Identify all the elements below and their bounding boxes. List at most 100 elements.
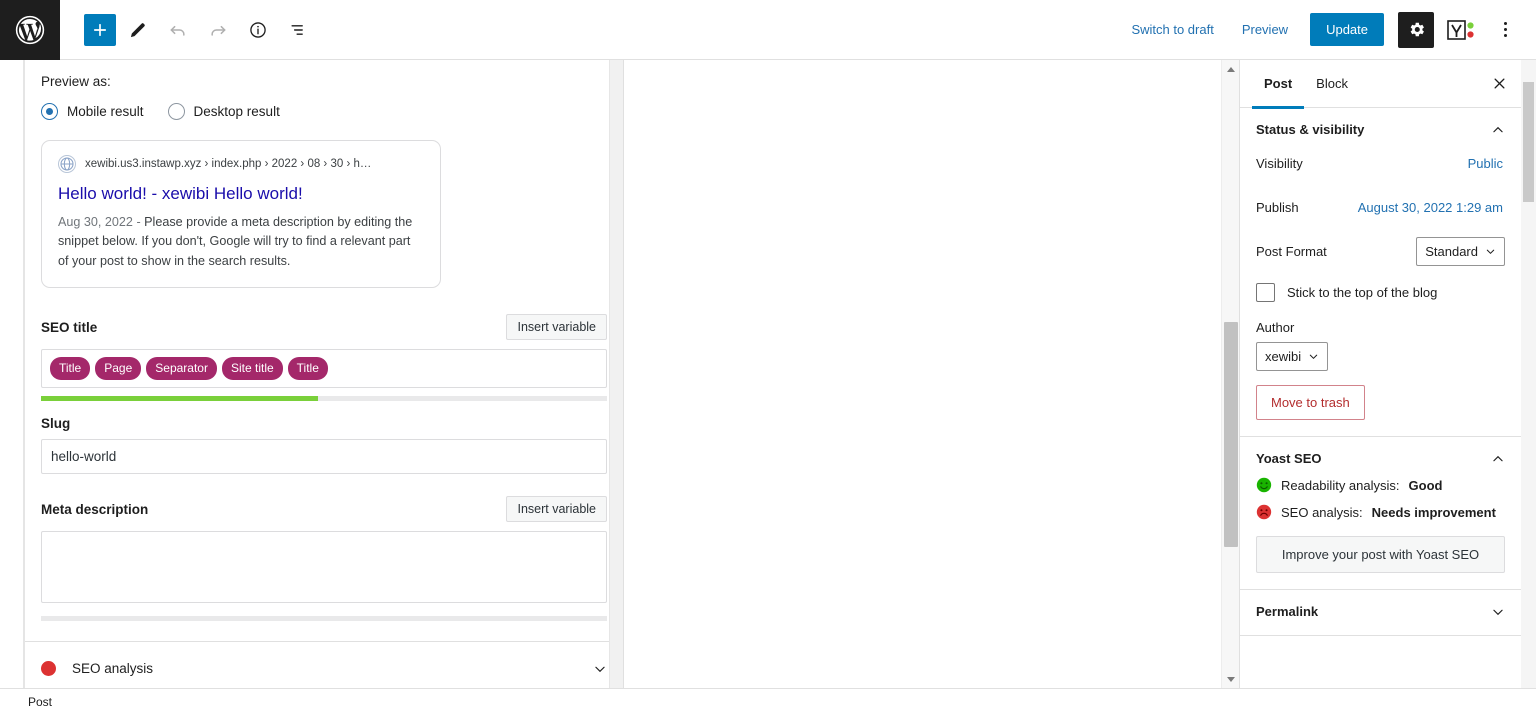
chevron-down-icon bbox=[1309, 354, 1318, 360]
meta-description-label: Meta description bbox=[41, 501, 149, 517]
smiley-bad-icon bbox=[1256, 504, 1272, 520]
yoast-seo-sidebar-panel: Preview as: Mobile result Desktop result… bbox=[24, 60, 624, 688]
snippet-date: Aug 30, 2022 bbox=[58, 215, 133, 230]
snippet-separator: - bbox=[136, 215, 141, 230]
visibility-value-button[interactable]: Public bbox=[1466, 152, 1505, 175]
yoast-seo-header[interactable]: Yoast SEO bbox=[1256, 451, 1505, 466]
seo-title-header: SEO title Insert variable bbox=[41, 313, 607, 340]
breadcrumb[interactable]: Post bbox=[28, 695, 52, 709]
yoast-seo-button[interactable] bbox=[1442, 12, 1482, 48]
preview-mode-radio-group: Mobile result Desktop result bbox=[41, 103, 607, 120]
post-format-select[interactable]: Standard bbox=[1416, 236, 1505, 266]
seo-title-input[interactable]: Title Page Separator Site title Title bbox=[41, 348, 607, 388]
move-to-trash-button[interactable]: Move to trash bbox=[1256, 385, 1365, 420]
google-snippet-preview[interactable]: xewibi.us3.instawp.xyz › index.php › 202… bbox=[41, 140, 441, 288]
scroll-down-arrow-icon[interactable] bbox=[1222, 670, 1240, 688]
snippet-title[interactable]: Hello world! - xewibi Hello world! bbox=[58, 183, 424, 204]
close-sidebar-button[interactable] bbox=[1481, 66, 1517, 102]
seo-analysis-row: SEO analysis: Needs improvement bbox=[1256, 504, 1505, 520]
switch-to-draft-button[interactable]: Switch to draft bbox=[1119, 15, 1225, 44]
radio-dot-icon bbox=[167, 103, 185, 120]
list-view-icon bbox=[291, 24, 303, 35]
readability-analysis-label: Readability analysis: bbox=[1281, 477, 1400, 493]
tab-block[interactable]: Block bbox=[1304, 60, 1360, 108]
sidebar-scrollbar-thumb[interactable] bbox=[1523, 82, 1534, 202]
sidebar-tab-bar: Post Block bbox=[1240, 60, 1521, 109]
undo-button[interactable] bbox=[160, 12, 196, 48]
post-format-value: Standard bbox=[1425, 243, 1478, 259]
pencil-icon bbox=[130, 22, 145, 37]
editor-scrollbar[interactable] bbox=[1221, 60, 1239, 688]
settings-button[interactable] bbox=[1398, 11, 1434, 48]
variable-pill[interactable]: Page bbox=[95, 356, 142, 380]
left-rail bbox=[0, 60, 24, 688]
seo-analysis-label: SEO analysis bbox=[72, 661, 154, 677]
variable-pill[interactable]: Site title bbox=[221, 356, 283, 380]
close-icon bbox=[1494, 78, 1504, 89]
radio-desktop-result[interactable]: Desktop result bbox=[167, 103, 280, 120]
yoast-seo-icon bbox=[1447, 19, 1474, 40]
slug-label: Slug bbox=[41, 415, 71, 431]
status-visibility-header[interactable]: Status & visibility bbox=[1256, 122, 1505, 137]
improve-post-button[interactable]: Improve your post with Yoast SEO bbox=[1256, 536, 1505, 573]
sticky-post-label: Stick to the top of the blog bbox=[1287, 285, 1438, 300]
post-settings-sidebar: Post Block Status & visibility Visibilit… bbox=[1239, 60, 1521, 688]
snippet-description: Aug 30, 2022 - Please provide a meta des… bbox=[58, 213, 424, 270]
publish-date-button[interactable]: August 30, 2022 1:29 am bbox=[1356, 196, 1505, 219]
sidebar-scrollbar[interactable] bbox=[1521, 60, 1536, 688]
seo-title-progress-fill bbox=[41, 395, 319, 401]
visibility-row: Visibility Public bbox=[1256, 145, 1505, 181]
author-select[interactable]: xewibi bbox=[1256, 342, 1329, 371]
seo-title-progress-bar bbox=[41, 395, 607, 401]
radio-mobile-result[interactable]: Mobile result bbox=[41, 103, 144, 120]
tab-post[interactable]: Post bbox=[1252, 60, 1305, 109]
sticky-post-checkbox[interactable] bbox=[1256, 283, 1275, 302]
meta-description-input[interactable] bbox=[41, 530, 607, 603]
snippet-url-row: xewibi.us3.instawp.xyz › index.php › 202… bbox=[58, 155, 424, 173]
details-button[interactable] bbox=[240, 12, 276, 48]
editor-status-bar: Post bbox=[0, 688, 1536, 714]
variable-pill[interactable]: Separator bbox=[146, 356, 217, 380]
wordpress-logo-glyph bbox=[15, 15, 45, 44]
add-block-button[interactable] bbox=[84, 13, 116, 46]
meta-description-progress-bar bbox=[41, 615, 607, 621]
scrollbar-thumb[interactable] bbox=[1224, 322, 1238, 547]
editor-canvas bbox=[625, 60, 1221, 688]
permalink-title: Permalink bbox=[1256, 604, 1319, 619]
globe-icon bbox=[58, 155, 76, 173]
post-format-row: Post Format Standard bbox=[1256, 233, 1505, 269]
undo-arrow-icon bbox=[170, 25, 185, 36]
preview-button[interactable]: Preview bbox=[1230, 15, 1300, 44]
update-button[interactable]: Update bbox=[1310, 13, 1384, 46]
permalink-header[interactable]: Permalink bbox=[1256, 604, 1505, 619]
edit-tool-button[interactable] bbox=[120, 12, 156, 48]
slug-input[interactable] bbox=[41, 438, 607, 474]
seo-panel-scrollbar[interactable] bbox=[609, 60, 623, 688]
trash-wrapper: Move to trash bbox=[1256, 371, 1505, 420]
redo-arrow-icon bbox=[211, 25, 226, 36]
scroll-up-arrow-icon[interactable] bbox=[1222, 60, 1240, 78]
kebab-dot bbox=[1503, 34, 1507, 37]
variable-pill[interactable]: Title bbox=[50, 356, 91, 380]
insert-variable-button-title[interactable]: Insert variable bbox=[506, 313, 607, 340]
radio-mobile-label: Mobile result bbox=[67, 104, 144, 119]
chevron-down-icon bbox=[595, 666, 605, 672]
list-view-button[interactable] bbox=[280, 12, 316, 48]
radio-desktop-label: Desktop result bbox=[193, 104, 280, 119]
kebab-dot bbox=[1503, 22, 1507, 25]
insert-variable-button-meta[interactable]: Insert variable bbox=[506, 495, 607, 522]
sticky-post-checkbox-row[interactable]: Stick to the top of the blog bbox=[1256, 283, 1505, 302]
seo-analysis-accordion[interactable]: SEO analysis bbox=[25, 640, 623, 688]
variable-pill[interactable]: Title bbox=[287, 356, 328, 380]
more-options-button[interactable] bbox=[1488, 12, 1522, 48]
snippet-url: xewibi.us3.instawp.xyz › index.php › 202… bbox=[85, 158, 372, 170]
wordpress-logo-icon[interactable] bbox=[0, 0, 60, 60]
seo-panel-content: Preview as: Mobile result Desktop result… bbox=[25, 60, 623, 621]
permalink-section: Permalink bbox=[1240, 590, 1521, 636]
publish-row: Publish August 30, 2022 1:29 am bbox=[1256, 189, 1505, 225]
kebab-dot bbox=[1503, 28, 1507, 31]
redo-button[interactable] bbox=[200, 12, 236, 48]
editor-top-toolbar: Switch to draft Preview Update bbox=[0, 0, 1536, 60]
seo-score-bullet-icon bbox=[41, 661, 56, 677]
chevron-down-icon bbox=[1486, 249, 1495, 254]
